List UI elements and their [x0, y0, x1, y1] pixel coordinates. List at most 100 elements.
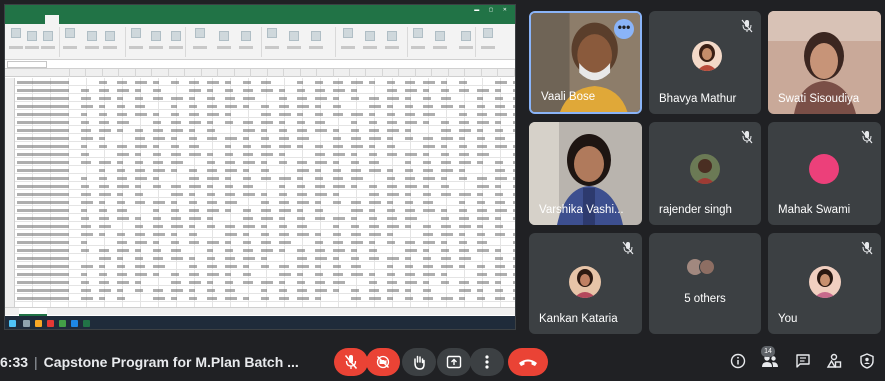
cell-value	[351, 168, 361, 172]
participant-tile[interactable]: Mahak Swami	[768, 122, 881, 225]
cell-value	[243, 280, 253, 284]
cell-value	[207, 152, 213, 156]
cell-value	[315, 216, 325, 220]
cell-value	[495, 120, 501, 124]
cell-value	[99, 232, 105, 236]
cell-value	[189, 192, 195, 196]
taskbar-excel-icon	[83, 320, 90, 327]
cell-value	[243, 88, 253, 92]
ribbon-tab	[27, 15, 39, 24]
spreadsheet-grid	[5, 78, 515, 307]
cell-value	[117, 200, 125, 204]
cell-value	[17, 272, 69, 276]
cell-value	[423, 184, 429, 188]
cell-value	[171, 184, 181, 188]
cell-value	[189, 168, 197, 172]
cell-value	[297, 80, 303, 84]
cell-value	[153, 136, 165, 140]
cell-value	[135, 112, 147, 116]
cell-value	[297, 296, 309, 300]
cell-value	[297, 208, 303, 212]
ribbon-label	[385, 46, 399, 49]
present-now-button[interactable]	[437, 348, 471, 376]
camera-toggle-button[interactable]	[366, 348, 400, 376]
cell-value	[135, 256, 143, 260]
participant-tile-self[interactable]: You	[768, 233, 881, 334]
cell-value	[477, 120, 489, 124]
cell-value	[17, 216, 69, 220]
host-controls-button[interactable]	[858, 352, 876, 370]
cell-value	[117, 192, 123, 196]
cell-value	[225, 176, 231, 180]
ribbon-tab	[147, 15, 159, 24]
cell-value	[225, 200, 237, 204]
more-options-icon	[485, 355, 489, 369]
ribbon-label	[239, 46, 253, 49]
start-icon	[9, 320, 16, 327]
cell-value	[243, 192, 255, 196]
cell-value	[17, 128, 69, 132]
participant-tile[interactable]: Bhavya Mathur	[649, 11, 761, 114]
activities-button[interactable]	[825, 352, 843, 370]
cell-value	[351, 160, 359, 164]
more-options-icon[interactable]: •••	[614, 19, 634, 39]
participant-tile[interactable]: Swati Sisoudiya	[768, 11, 881, 114]
participant-tile[interactable]: rajender singh	[649, 122, 761, 225]
cell-value	[513, 256, 515, 260]
cell-value	[297, 288, 307, 292]
ribbon-separator	[261, 27, 262, 57]
mic-toggle-button[interactable]	[334, 348, 368, 376]
cell-value	[207, 288, 215, 292]
cell-value	[261, 152, 273, 156]
cell-value	[225, 120, 233, 124]
column-header	[251, 69, 268, 77]
cell-value	[495, 136, 505, 140]
cell-value	[81, 128, 91, 132]
cell-value	[441, 128, 451, 132]
taskbar-app-icon	[59, 320, 66, 327]
cell-value	[351, 136, 361, 140]
cell-value	[171, 192, 183, 196]
cell-value	[315, 296, 321, 300]
cell-value	[369, 224, 379, 228]
cell-value	[279, 104, 289, 108]
cell-value	[261, 296, 269, 300]
chat-button[interactable]	[794, 352, 812, 370]
cell-value	[513, 216, 515, 220]
raise-hand-button[interactable]	[402, 348, 436, 376]
ribbon-button	[483, 28, 493, 38]
people-button[interactable]: 14	[761, 346, 779, 370]
cell-value	[333, 264, 341, 268]
cell-value	[261, 128, 267, 132]
cell-value	[459, 208, 467, 212]
cell-value	[333, 288, 339, 292]
participant-tile[interactable]: 5 others	[649, 233, 761, 334]
cell-value	[513, 184, 515, 188]
cell-value	[279, 120, 285, 124]
cell-value	[369, 120, 377, 124]
cell-value	[225, 184, 233, 188]
cell-value	[279, 200, 289, 204]
leave-call-button[interactable]	[508, 348, 548, 376]
more-options-button[interactable]	[470, 348, 504, 376]
cell-value	[207, 264, 217, 268]
cell-value	[17, 112, 69, 116]
cell-value	[189, 104, 197, 108]
ribbon-tab	[127, 15, 141, 24]
cell-value	[423, 152, 429, 156]
cell-value	[297, 184, 305, 188]
cell-value	[99, 248, 109, 252]
cell-value	[17, 240, 69, 244]
participant-tile[interactable]: Kankan Kataria	[529, 233, 642, 334]
cell-value	[117, 248, 129, 252]
cell-value	[405, 184, 417, 188]
cell-value	[153, 232, 165, 236]
meeting-details-button[interactable]	[729, 352, 747, 370]
cell-value	[459, 296, 465, 300]
cell-value	[261, 264, 269, 268]
cell-value	[243, 272, 251, 276]
cell-value	[477, 112, 487, 116]
participant-tile[interactable]: Varshika Vashi...	[529, 122, 642, 225]
participant-tile[interactable]: ••• Vaali Bose	[529, 11, 642, 114]
column-header	[70, 69, 87, 77]
